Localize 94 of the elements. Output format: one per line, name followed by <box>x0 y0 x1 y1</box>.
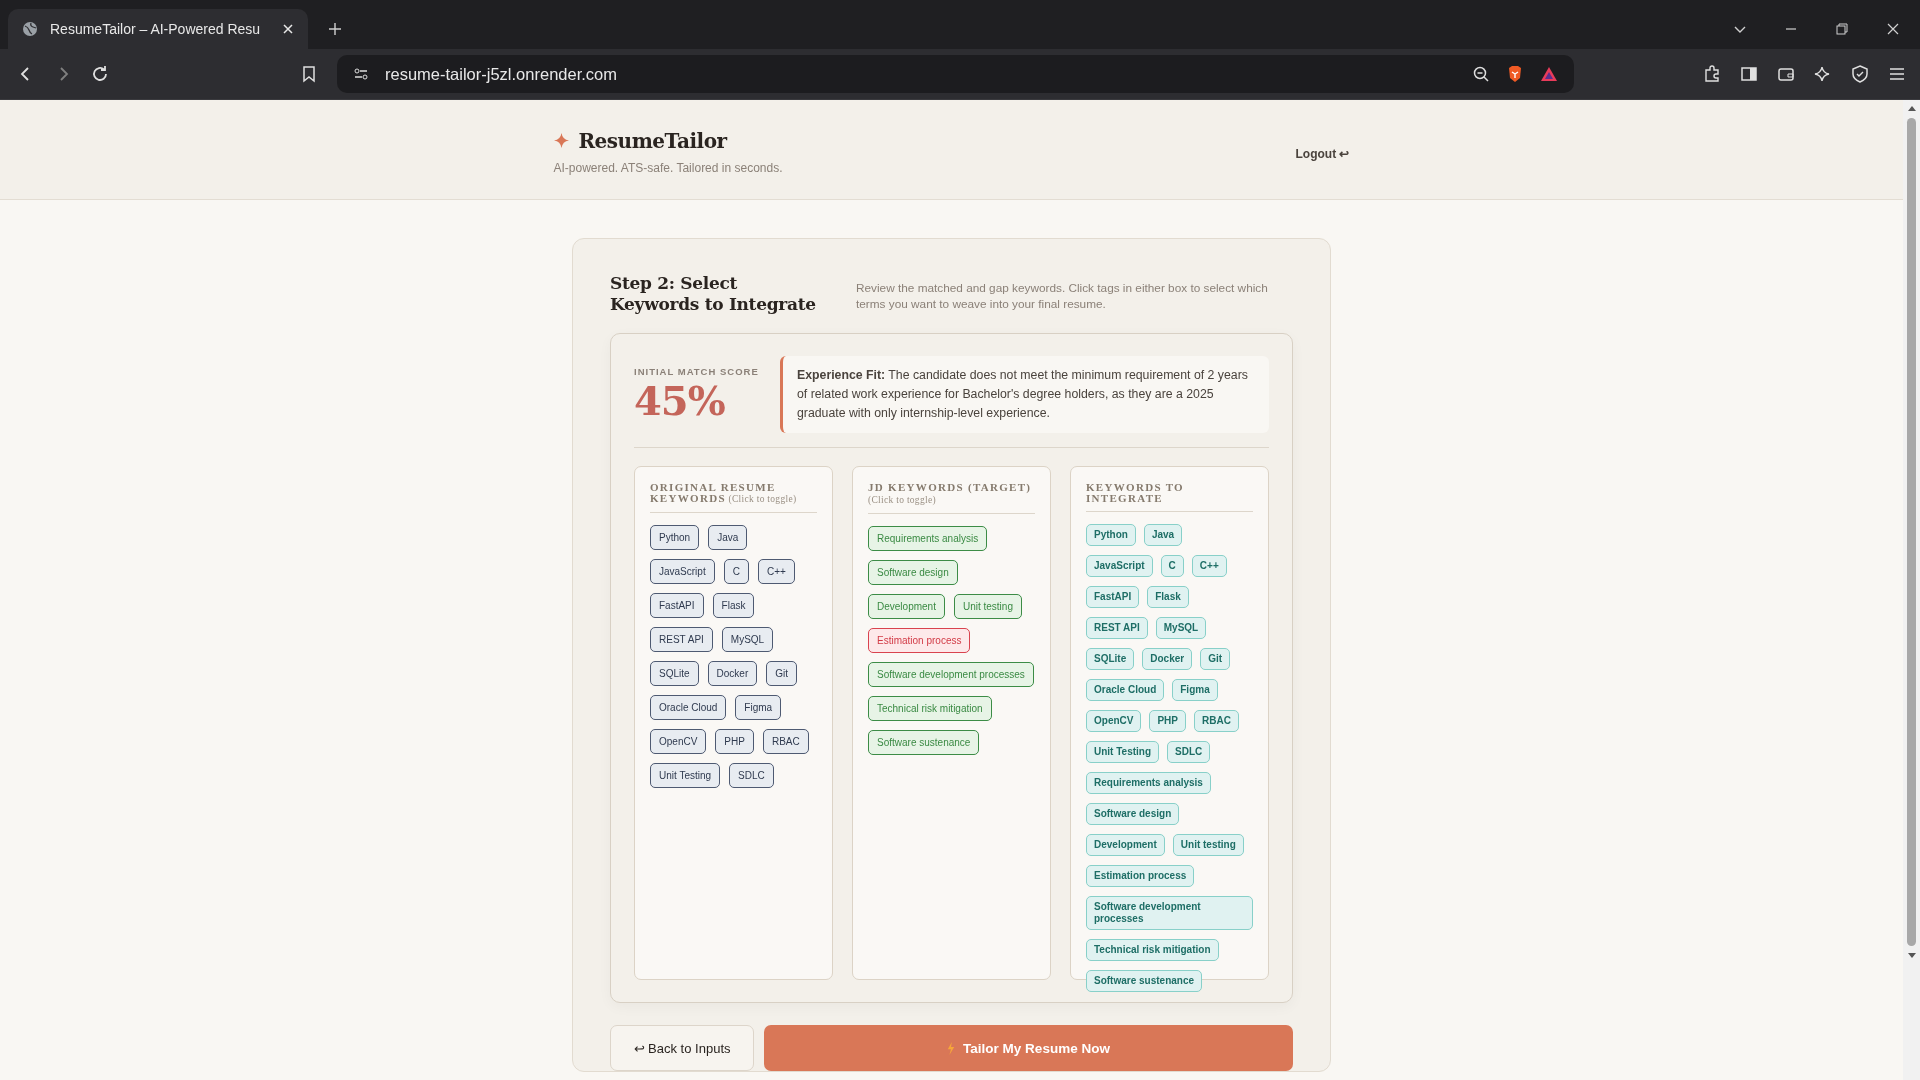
keyword-tag[interactable]: Python <box>650 525 700 550</box>
shield-lion-icon[interactable] <box>1506 65 1524 83</box>
keyword-tag[interactable]: MySQL <box>721 627 774 652</box>
triangle-icon[interactable] <box>1540 65 1558 83</box>
keyword-tag[interactable]: Figma <box>735 695 782 720</box>
keyword-tag[interactable]: Figma <box>1172 679 1218 701</box>
score-label: INITIAL MATCH SCORE <box>634 366 760 377</box>
keyword-tag[interactable]: Development <box>1086 834 1165 856</box>
keyword-tag[interactable]: Unit testing <box>1172 834 1244 856</box>
keyword-tag[interactable]: Java <box>708 525 748 550</box>
column-title: JD KEYWORDS (TARGET) (Click to toggle) <box>868 482 1035 514</box>
sparkle-icon <box>553 133 569 148</box>
sparkle-icon[interactable] <box>1814 65 1832 83</box>
site-settings-icon[interactable] <box>353 66 369 82</box>
shield-icon[interactable] <box>1851 65 1869 83</box>
puzzle-icon[interactable] <box>1703 65 1721 83</box>
keyword-tag[interactable]: C <box>723 559 749 584</box>
new-tab-icon[interactable] <box>328 22 342 36</box>
menu-icon[interactable] <box>1888 65 1906 83</box>
keyword-tag[interactable]: SQLite <box>650 661 699 686</box>
keyword-tag[interactable]: Software sustenance <box>868 730 980 755</box>
keyword-tag[interactable]: C++ <box>1191 555 1227 577</box>
keyword-tag[interactable]: Software development processes <box>868 662 1034 687</box>
keyword-tag[interactable]: SDLC <box>729 763 774 788</box>
scroll-thumb[interactable] <box>1907 118 1916 946</box>
wallet-icon[interactable] <box>1777 65 1795 83</box>
keyword-tag[interactable]: FastAPI <box>650 593 704 618</box>
keyword-tag[interactable]: C++ <box>757 559 795 584</box>
close-icon[interactable] <box>1886 22 1900 36</box>
experience-fit-note: Experience Fit: The candidate does not meet the minimum requirement of 2 years of related work experience for Bachelor's degree holders, as they are a 2025 graduate with only internship-level experience. <box>780 356 1269 433</box>
column-title: KEYWORDS TO INTEGRATE <box>1086 482 1253 512</box>
keyword-tag[interactable]: Flask <box>712 593 755 618</box>
tagline: AI-powered. ATS-safe. Tailored in seconds. <box>553 160 783 175</box>
site-title: ResumeTailor <box>578 128 727 153</box>
zoom-icon[interactable] <box>1472 65 1490 83</box>
address-bar[interactable]: resume-tailor-j5zl.onrender.com <box>337 55 1574 93</box>
keyword-tag[interactable]: Unit Testing <box>1086 741 1160 763</box>
keyword-tag[interactable]: Technical risk mitigation <box>868 696 992 721</box>
globe-icon <box>22 21 38 37</box>
keyword-tag[interactable]: C <box>1160 555 1184 577</box>
score-value: 45% <box>634 377 726 425</box>
keyword-tag[interactable]: REST API <box>650 627 713 652</box>
keyword-tag[interactable]: Flask <box>1147 586 1189 608</box>
keyword-tag[interactable]: SQLite <box>1086 648 1135 670</box>
keyword-tag[interactable]: Docker <box>1142 648 1193 670</box>
scroll-up-icon[interactable] <box>1906 104 1917 112</box>
keyword-tag[interactable]: Estimation process <box>868 628 971 653</box>
keyword-tag[interactable]: REST API <box>1086 617 1148 639</box>
keyword-tag[interactable]: FastAPI <box>1086 586 1140 608</box>
keyword-tag[interactable]: Estimation process <box>1086 865 1195 887</box>
keyword-tag[interactable]: Requirements analysis <box>868 526 988 551</box>
step-title: Step 2: Select Keywords to Integrate <box>610 273 817 315</box>
scrollbar[interactable] <box>1903 100 1920 1080</box>
keyword-tag[interactable]: Git <box>1200 648 1231 670</box>
reload-icon[interactable] <box>91 65 109 83</box>
keyword-tag[interactable]: RBAC <box>762 729 809 754</box>
logout-link[interactable]: Logout ↩ <box>1295 146 1350 161</box>
keyword-tag[interactable]: Oracle Cloud <box>1086 679 1165 701</box>
browser-tab[interactable]: ResumeTailor – AI-Powered Resu <box>8 9 308 49</box>
keyword-tag[interactable]: PHP <box>1149 710 1186 732</box>
keyword-tag[interactable]: Java <box>1143 524 1183 546</box>
bookmark-icon[interactable] <box>300 65 318 83</box>
keyword-tag[interactable]: Software development processes <box>1086 896 1253 930</box>
keyword-tag[interactable]: Git <box>766 661 798 686</box>
keyword-tag[interactable]: PHP <box>715 729 754 754</box>
keyword-tag[interactable]: Software design <box>1086 803 1180 825</box>
step-description: Review the matched and gap keywords. Click tags in either box to select which terms you want to weave into your final resume. <box>856 280 1269 312</box>
keyword-tag[interactable]: Oracle Cloud <box>650 695 727 720</box>
keyword-tag[interactable]: Unit testing <box>953 594 1022 619</box>
keyword-tag[interactable]: JavaScript <box>1086 555 1153 577</box>
keyword-tag[interactable]: Software sustenance <box>1086 970 1203 992</box>
back-button[interactable]: ↩ Back to Inputs <box>610 1025 754 1071</box>
keyword-tag[interactable]: Technical risk mitigation <box>1086 939 1219 961</box>
url-text: resume-tailor-j5zl.onrender.com <box>385 64 617 84</box>
sidebar-icon[interactable] <box>1740 65 1758 83</box>
keyword-tag[interactable]: MySQL <box>1155 617 1207 639</box>
lightning-icon <box>947 1041 956 1055</box>
keyword-tag[interactable]: JavaScript <box>650 559 715 584</box>
keyword-tag[interactable]: Requirements analysis <box>1086 772 1211 794</box>
keyword-tag[interactable]: OpenCV <box>650 729 707 754</box>
keyword-tag[interactable]: OpenCV <box>1086 710 1142 732</box>
keyword-tag[interactable]: Development <box>868 594 945 619</box>
column-title: ORIGINAL RESUME KEYWORDS (Click to toggle) <box>650 482 817 513</box>
tailor-button[interactable]: Tailor My Resume Now <box>764 1025 1293 1071</box>
keyword-tag[interactable]: SDLC <box>1167 741 1211 763</box>
close-icon[interactable] <box>282 23 294 35</box>
keyword-tag[interactable]: Unit Testing <box>650 763 721 788</box>
keyword-tag[interactable]: Python <box>1086 524 1136 546</box>
keyword-tag[interactable]: RBAC <box>1194 710 1239 732</box>
restore-icon[interactable] <box>1835 22 1849 36</box>
scroll-down-icon[interactable] <box>1906 952 1917 960</box>
tab-title: ResumeTailor – AI-Powered Resu <box>50 21 262 37</box>
keyword-tag[interactable]: Docker <box>707 661 758 686</box>
keyword-tag[interactable]: Software design <box>868 560 958 585</box>
